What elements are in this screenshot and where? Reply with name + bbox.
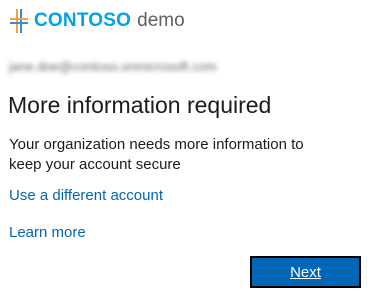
next-button[interactable]: Next <box>250 256 361 288</box>
page-description: Your organization needs more information… <box>9 136 304 173</box>
account-email: jane.doe@contoso.onmicrosoft.com <box>9 59 217 74</box>
contoso-cross-logo-icon <box>10 9 28 33</box>
brand-suffix: demo <box>137 10 185 31</box>
learn-more-link[interactable]: Learn more <box>9 223 86 243</box>
brand-name: CONTOSO <box>34 10 132 31</box>
page-title: More information required <box>8 92 272 118</box>
use-different-account-link[interactable]: Use a different account <box>9 186 163 206</box>
brand-logo: CONTOSO demo <box>10 8 185 34</box>
